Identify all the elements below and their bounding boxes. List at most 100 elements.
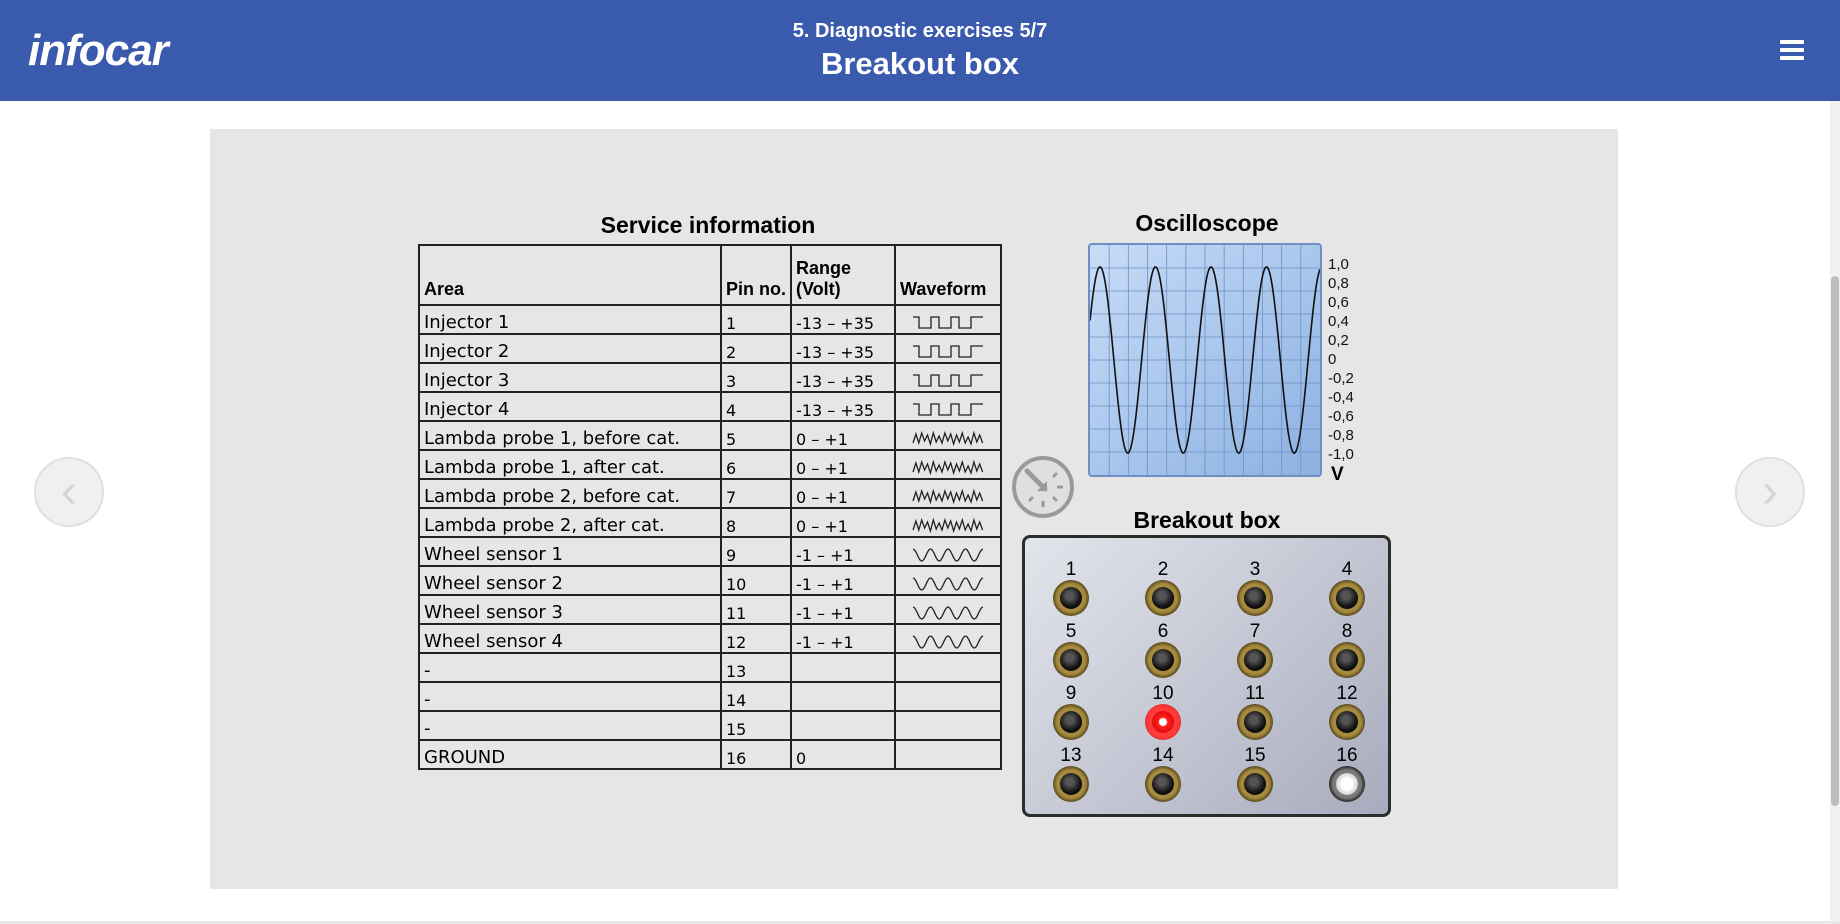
breakout-jack-3[interactable]: 3 [1231, 560, 1279, 628]
noise-waveform-icon [912, 517, 984, 534]
socket-icon [1237, 580, 1273, 616]
socket-icon [1053, 704, 1089, 740]
row-area: Injector 2 [418, 333, 722, 364]
header-waveform: Waveform [894, 244, 1002, 306]
sine-waveform-icon [912, 548, 984, 562]
row-waveform [894, 362, 1002, 393]
header-range: Range (Volt) [790, 244, 896, 306]
row-range: 0 – +1 [790, 507, 896, 538]
row-waveform [894, 449, 1002, 480]
next-page-button[interactable]: › [1735, 457, 1805, 527]
row-area: - [418, 681, 722, 712]
breakout-jack-9[interactable]: 9 [1047, 684, 1095, 752]
scale-tick-label: 0,6 [1328, 294, 1349, 311]
scale-tick-label: -0,8 [1328, 427, 1354, 444]
row-waveform [894, 333, 1002, 364]
row-area: Lambda probe 1, before cat. [418, 420, 722, 451]
scrollbar-thumb[interactable] [1831, 276, 1839, 806]
row-pin: 4 [720, 391, 792, 422]
breakout-jack-13[interactable]: 13 [1047, 746, 1095, 814]
breakout-jack-15[interactable]: 15 [1231, 746, 1279, 814]
oscilloscope-title: Oscilloscope [1135, 210, 1279, 236]
row-pin: 8 [720, 507, 792, 538]
row-pin: 14 [720, 681, 792, 712]
socket-icon [1053, 580, 1089, 616]
table-row: -14 [418, 681, 1002, 712]
row-pin: 2 [720, 333, 792, 364]
breakout-jack-5[interactable]: 5 [1047, 622, 1095, 690]
square-waveform-icon [913, 345, 983, 358]
row-waveform [894, 652, 1002, 683]
row-waveform [894, 594, 1002, 625]
header-pin: Pin no. [720, 244, 792, 306]
row-pin: 16 [720, 739, 792, 770]
service-information-table: Area Pin no. Range (Volt) Waveform Injec… [418, 244, 1002, 770]
breakout-jack-7[interactable]: 7 [1231, 622, 1279, 690]
hamburger-menu-icon[interactable] [1780, 40, 1804, 62]
row-pin: 12 [720, 623, 792, 654]
table-row: Lambda probe 2, after cat. 8 0 – +1 [418, 507, 1002, 538]
breakout-box-title: Breakout box [1133, 507, 1281, 533]
row-waveform [894, 623, 1002, 654]
jack-label: 4 [1341, 559, 1353, 580]
row-pin: 9 [720, 536, 792, 567]
jack-label: 14 [1152, 745, 1174, 766]
header-area: Area [418, 244, 722, 306]
row-range: -13 – +35 [790, 333, 896, 364]
scale-tick-label: -1,0 [1328, 446, 1354, 463]
table-row: Injector 4 4 -13 – +35 [418, 391, 1002, 422]
breakout-jack-1[interactable]: 1 [1047, 560, 1095, 628]
table-row: Lambda probe 2, before cat. 7 0 – +1 [418, 478, 1002, 509]
scale-tick-label: -0,4 [1328, 389, 1354, 406]
socket-icon [1145, 580, 1181, 616]
service-information-rows: Injector 1 1 -13 – +35 Injector 2 2 -13 – +35… [418, 304, 1002, 770]
row-pin: 1 [720, 304, 792, 335]
row-pin: 15 [720, 710, 792, 741]
row-pin: 13 [720, 652, 792, 683]
breakout-jack-6[interactable]: 6 [1139, 622, 1187, 690]
oscilloscope-trace [1089, 245, 1321, 475]
noise-waveform-icon [912, 459, 984, 476]
breakout-jack-8[interactable]: 8 [1323, 622, 1371, 690]
row-pin: 7 [720, 478, 792, 509]
breakout-jack-10[interactable]: 10 [1139, 684, 1187, 752]
breakout-jack-16[interactable]: 16 [1323, 746, 1371, 814]
square-waveform-icon [913, 316, 983, 329]
row-range: -1 – +1 [790, 594, 896, 625]
breakout-jack-12[interactable]: 12 [1323, 684, 1371, 752]
noise-waveform-icon [912, 488, 984, 505]
previous-page-button[interactable]: ‹ [34, 457, 104, 527]
breakout-jack-2[interactable]: 2 [1139, 560, 1187, 628]
socket-icon [1237, 704, 1273, 740]
breakout-jack-4[interactable]: 4 [1323, 560, 1371, 628]
row-range [790, 652, 896, 683]
row-area: Lambda probe 1, after cat. [418, 449, 722, 480]
sine-waveform-icon [912, 577, 984, 591]
table-row: -15 [418, 710, 1002, 741]
table-row: -13 [418, 652, 1002, 683]
row-pin: 5 [720, 420, 792, 451]
row-area: Lambda probe 2, after cat. [418, 507, 722, 538]
row-area: Injector 3 [418, 362, 722, 393]
jack-label: 13 [1060, 745, 1082, 766]
jack-label: 16 [1336, 745, 1358, 766]
table-row: Wheel sensor 3 11 -1 – +1 [418, 594, 1002, 625]
table-row: Injector 2 2 -13 – +35 [418, 333, 1002, 364]
row-range: 0 – +1 [790, 449, 896, 480]
sine-waveform-icon [912, 635, 984, 649]
table-row: Wheel sensor 4 12 -1 – +1 [418, 623, 1002, 654]
breakout-jack-11[interactable]: 11 [1231, 684, 1279, 752]
row-range: 0 [790, 739, 896, 770]
jack-label: 10 [1152, 683, 1174, 704]
breakout-jack-14[interactable]: 14 [1139, 746, 1187, 814]
table-row: Lambda probe 1, after cat. 6 0 – +1 [418, 449, 1002, 480]
row-range: -1 – +1 [790, 565, 896, 596]
scale-tick-label: 0,2 [1328, 332, 1349, 349]
table-row: Wheel sensor 1 9 -1 – +1 [418, 536, 1002, 567]
table-row: Injector 3 3 -13 – +35 [418, 362, 1002, 393]
row-pin: 6 [720, 449, 792, 480]
row-range [790, 710, 896, 741]
scale-tick-label: 1,0 [1328, 256, 1349, 273]
row-area: - [418, 652, 722, 683]
jack-label: 8 [1341, 621, 1353, 642]
